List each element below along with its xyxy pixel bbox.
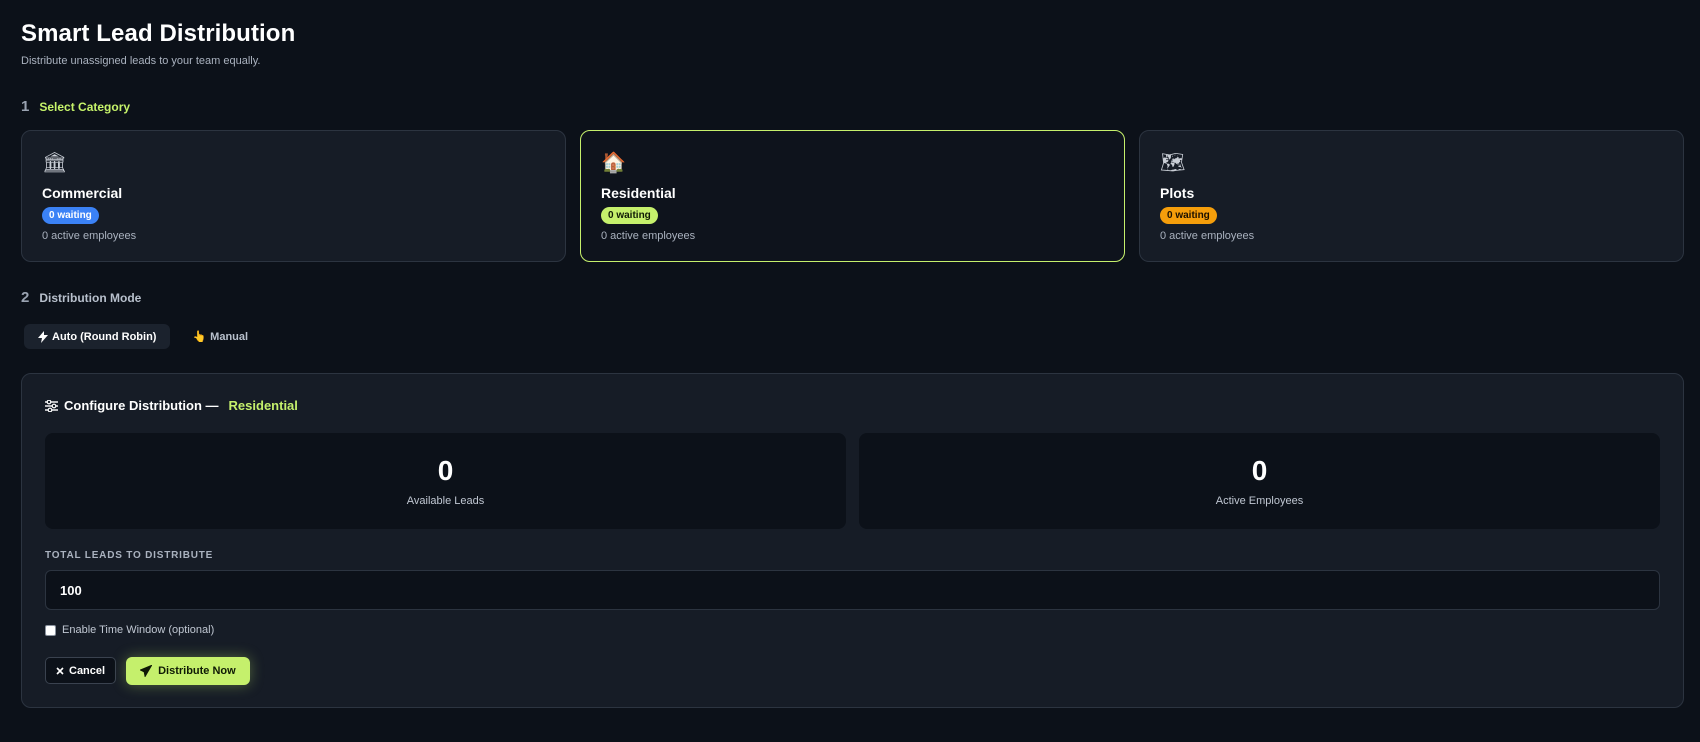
configure-distribution-panel: Configure Distribution — Residential 0 A… [21, 373, 1684, 708]
category-card-commercial[interactable]: 🏛 Commercial 0 waiting 0 active employee… [21, 130, 566, 262]
total-leads-input[interactable] [45, 570, 1660, 610]
cancel-label: Cancel [69, 664, 106, 677]
selected-category-label: Residential [228, 398, 298, 413]
active-employees-stat: 0 Active Employees [859, 433, 1660, 529]
stat-label: Active Employees [1215, 495, 1304, 507]
bank-building-icon: 🏛 [42, 152, 68, 174]
page: Smart Lead Distribution Distribute unass… [0, 0, 1700, 742]
cancel-button[interactable]: Cancel [45, 657, 117, 684]
total-leads-label: TOTAL LEADS TO DISTRIBUTE [45, 550, 214, 561]
step-number: 2 [21, 289, 30, 306]
mode-label: Auto (Round Robin) [52, 330, 157, 343]
category-cards: 🏛 Commercial 0 waiting 0 active employee… [21, 130, 1684, 262]
time-window-option: Enable Time Window (optional) [45, 624, 214, 636]
category-name: Commercial [42, 185, 123, 201]
available-leads-stat: 0 Available Leads [45, 433, 846, 529]
form-actions: Cancel Distribute Now [45, 657, 250, 685]
distribute-now-button[interactable]: Distribute Now [126, 657, 250, 685]
page-subtitle: Distribute unassigned leads to your team… [21, 55, 261, 67]
step-select-category: 1 Select Category [21, 98, 130, 115]
step-label: Distribution Mode [39, 291, 142, 305]
panel-title: Configure Distribution — Residential [45, 398, 298, 413]
house-icon: 🏠 [601, 152, 626, 174]
distribute-label: Distribute Now [158, 665, 236, 677]
close-icon [56, 666, 64, 675]
waiting-badge: 0 waiting [601, 207, 658, 224]
manual-mode-button[interactable]: 👆 Manual [178, 324, 262, 349]
pointing-hand-icon: 👆 [192, 331, 207, 343]
stat-value: 0 [1251, 455, 1268, 486]
active-employees-count: 0 active employees [42, 230, 137, 242]
lightning-bolt-icon [38, 330, 48, 343]
distribution-mode-toggle: Auto (Round Robin) 👆 Manual [24, 324, 262, 349]
sliders-icon [45, 399, 58, 412]
category-card-plots[interactable]: 🗺 Plots 0 waiting 0 active employees [1139, 130, 1684, 262]
category-card-residential[interactable]: 🏠 Residential 0 waiting 0 active employe… [580, 130, 1125, 262]
stat-value: 0 [437, 455, 454, 486]
waiting-badge: 0 waiting [42, 207, 99, 224]
active-employees-count: 0 active employees [601, 230, 696, 242]
category-name: Plots [1160, 185, 1195, 201]
send-paper-plane-icon [140, 665, 153, 677]
waiting-badge: 0 waiting [1160, 207, 1217, 224]
distribution-stats: 0 Available Leads 0 Active Employees [45, 433, 1660, 529]
page-title: Smart Lead Distribution [21, 20, 296, 47]
step-label: Select Category [39, 100, 131, 114]
auto-round-robin-button[interactable]: Auto (Round Robin) [24, 324, 171, 349]
panel-title-text: Configure Distribution — [64, 398, 219, 413]
active-employees-count: 0 active employees [1160, 230, 1255, 242]
map-icon: 🗺 [1160, 152, 1186, 174]
step-distribution-mode: 2 Distribution Mode [21, 289, 141, 306]
mode-label: Manual [210, 330, 249, 343]
stat-label: Available Leads [406, 495, 485, 507]
category-name: Residential [601, 185, 676, 201]
time-window-label: Enable Time Window (optional) [62, 624, 215, 636]
step-number: 1 [21, 98, 30, 115]
time-window-checkbox[interactable] [45, 624, 56, 636]
